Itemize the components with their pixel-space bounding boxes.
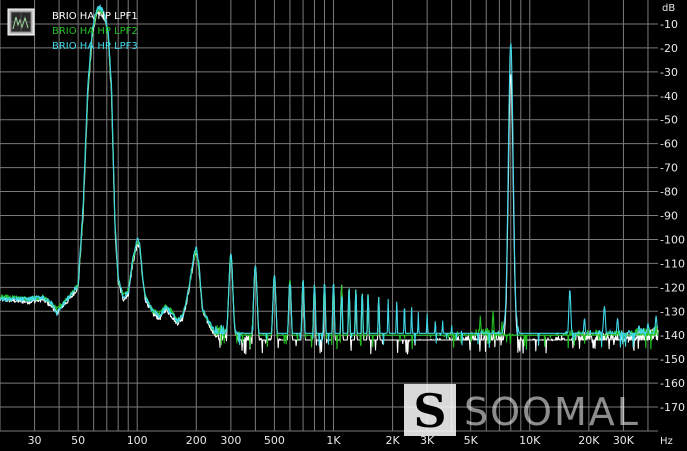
y-tick-label: -150 — [660, 353, 685, 366]
y-tick-label: -90 — [660, 210, 678, 223]
x-tick-label: 300 — [220, 434, 241, 447]
y-tick-label: -10 — [660, 18, 678, 31]
soomal-logo-icon: S — [404, 384, 456, 438]
x-tick-label: 2K — [385, 434, 400, 447]
y-tick-label: -40 — [660, 90, 678, 103]
spectrum-chart: -10 -20 -30 -40 -50 -60 -70 -80 -90 -100 -110 -120 -… — [0, 0, 687, 451]
y-tick-label: -30 — [660, 66, 678, 79]
y-tick-label: -170 — [660, 401, 685, 414]
y-tick-label: -160 — [660, 377, 685, 390]
x-tick-label: 500 — [264, 434, 285, 447]
x-tick-label: 100 — [127, 434, 148, 447]
watermark: S SOOMAL — [404, 384, 640, 438]
x-tick-label: 5K — [464, 434, 479, 447]
y-unit-label: dB — [662, 3, 675, 14]
y-tick-label: -80 — [660, 186, 678, 199]
x-tick-label: 200 — [186, 434, 207, 447]
trace-window-icon[interactable] — [7, 8, 35, 36]
x-tick-label: 10K — [519, 434, 541, 447]
svg-text:S: S — [413, 384, 446, 438]
x-tick-label: 20K — [578, 434, 600, 447]
x-tick-label: 30 — [28, 434, 42, 447]
x-tick-label: 50 — [71, 434, 85, 447]
y-tick-label: -60 — [660, 138, 678, 151]
x-tick-label: 30K — [613, 434, 635, 447]
legend-entry-1: BRIO HA HP LPF1 — [52, 11, 138, 22]
y-tick-label: -20 — [660, 42, 678, 55]
y-tick-label: -120 — [660, 281, 685, 294]
y-tick-label: -110 — [660, 257, 685, 270]
watermark-text: SOOMAL — [464, 390, 640, 434]
y-tick-label: -130 — [660, 305, 685, 318]
y-tick-label: -100 — [660, 233, 685, 246]
y-tick-label: -50 — [660, 114, 678, 127]
legend-entry-2: BRIO HA HP LPF2 — [52, 26, 138, 37]
x-tick-label: 1K — [326, 434, 341, 447]
y-tick-label: -140 — [660, 329, 685, 342]
legend-entry-3: BRIO HA HP LPF3 — [52, 41, 138, 52]
y-tick-label: -70 — [660, 162, 678, 175]
x-unit-label: Hz — [660, 436, 673, 447]
